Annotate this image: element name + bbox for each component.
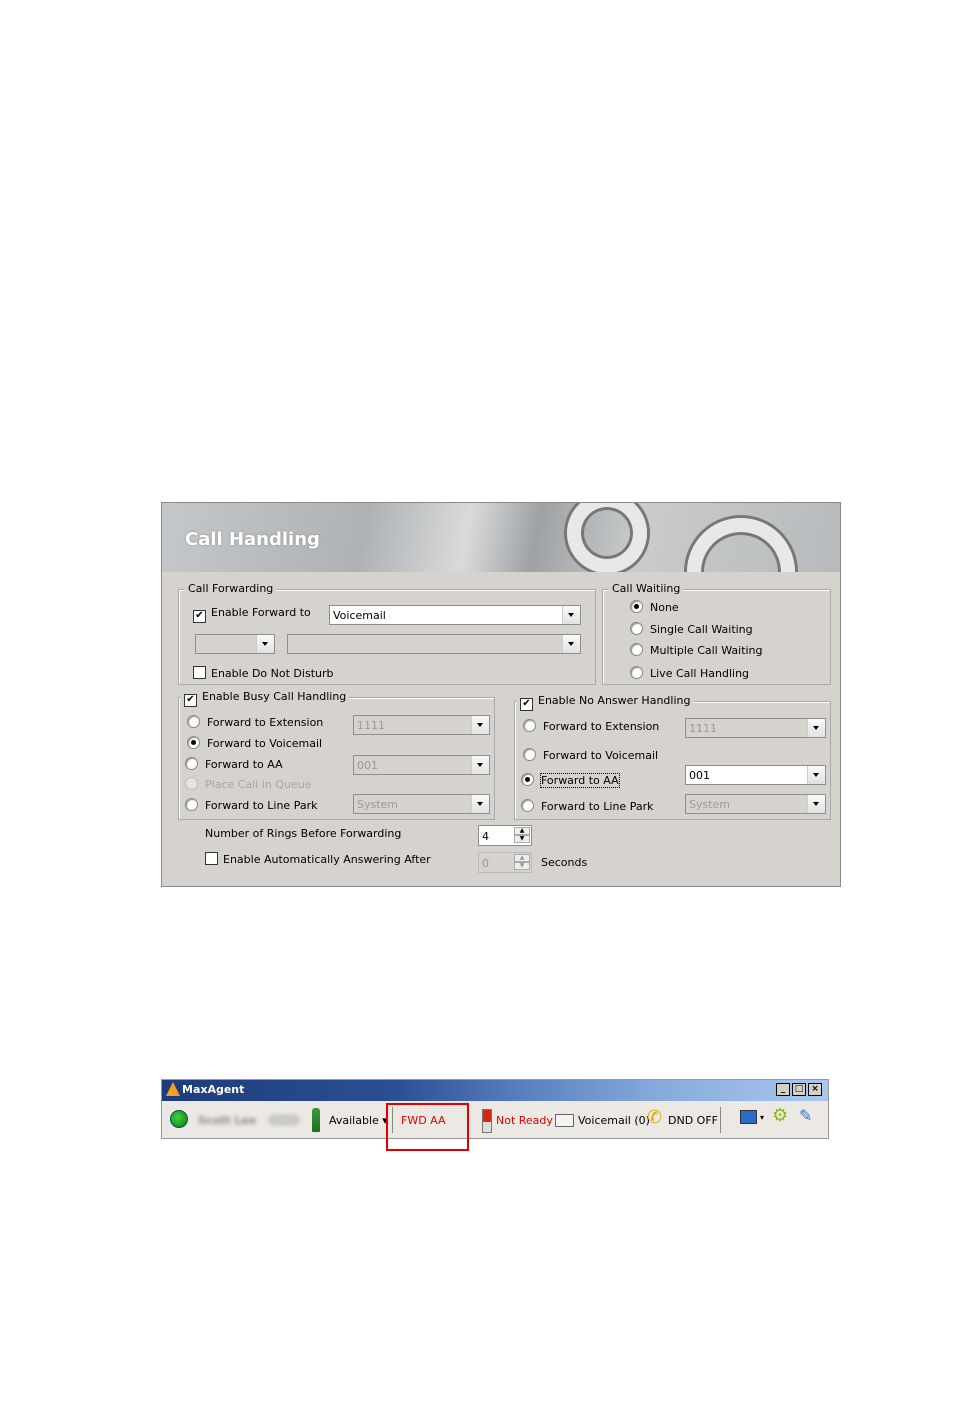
busy-radio-line-park[interactable]: Forward to Line Park: [185, 798, 317, 812]
maximize-button[interactable]: □: [792, 1083, 806, 1096]
radio-live-call-handling[interactable]: Live Call Handling: [630, 666, 749, 680]
busy-radio-aa[interactable]: Forward to AA: [185, 757, 283, 771]
user-name: Scott Lee: [198, 1114, 257, 1127]
enable-forward-checkbox[interactable]: ✔ Enable Forward to: [193, 606, 311, 623]
radio-disabled[interactable]: [185, 777, 198, 790]
call-waiting-group: Call Waitiing None Single Call Waiting M…: [602, 582, 831, 685]
chevron-down-icon[interactable]: [562, 606, 580, 624]
title-bar: MaxAgent _ □ ×: [162, 1080, 828, 1101]
chevron-down-icon[interactable]: [471, 795, 489, 813]
gear-settings-icon[interactable]: ⚙: [772, 1105, 788, 1126]
envelope-icon: [555, 1114, 574, 1127]
radio-single-call-waiting[interactable]: Single Call Waiting: [630, 622, 753, 636]
checkbox-unchecked[interactable]: [193, 666, 206, 679]
close-button[interactable]: ×: [808, 1083, 822, 1096]
tools-icon[interactable]: ✎: [799, 1106, 812, 1125]
checkbox-checked[interactable]: ✔: [184, 694, 197, 707]
not-ready-switch-icon: [482, 1109, 492, 1133]
no-answer-handling-group: ✔ Enable No Answer Handling Forward to Ex…: [514, 694, 831, 820]
radio-selected[interactable]: [521, 773, 534, 786]
auto-answer-checkbox[interactable]: Enable Automatically Answering After: [205, 852, 431, 866]
phone-icon: ✆: [647, 1107, 663, 1128]
app-title: MaxAgent: [182, 1083, 245, 1096]
radio-unselected[interactable]: [185, 798, 198, 811]
agent-toolbar: Scott Lee Available ▾ FWD AA Not Ready V…: [162, 1101, 828, 1138]
ready-status[interactable]: Not Ready: [496, 1114, 553, 1127]
chevron-down-icon[interactable]: [256, 635, 274, 653]
gear-icon: [567, 503, 647, 572]
chevron-down-icon[interactable]: [807, 719, 825, 737]
chevron-down-icon[interactable]: [807, 795, 825, 813]
rings-label: Number of Rings Before Forwarding: [205, 827, 402, 840]
na-radio-aa[interactable]: Forward to AA: [521, 773, 620, 788]
busy-radio-voicemail[interactable]: Forward to Voicemail: [187, 736, 322, 750]
na-radio-extension[interactable]: Forward to Extension: [523, 719, 659, 733]
dnd-status[interactable]: DND OFF: [668, 1114, 718, 1127]
busy-aa-select[interactable]: 001: [353, 755, 490, 775]
spin-up-icon[interactable]: ▲: [514, 827, 530, 835]
radio-unselected[interactable]: [630, 666, 643, 679]
call-forwarding-group: Call Forwarding ✔ Enable Forward to Voice…: [178, 582, 596, 685]
presence-indicator-icon: [170, 1110, 188, 1128]
status-dropdown[interactable]: Available ▾: [329, 1114, 388, 1127]
checkbox-unchecked[interactable]: [205, 852, 218, 865]
user-extension-blurred: [268, 1114, 300, 1126]
gear-icon: [687, 518, 795, 572]
chevron-down-icon[interactable]: [471, 756, 489, 774]
radio-unselected[interactable]: [185, 757, 198, 770]
forward-sub-select-1[interactable]: [195, 634, 275, 654]
spin-up-icon[interactable]: ▲: [514, 854, 530, 862]
na-aa-select[interactable]: 001: [685, 765, 826, 785]
checkbox-checked[interactable]: ✔: [193, 610, 206, 623]
banner: Call Handling: [162, 503, 840, 572]
busy-handling-checkbox[interactable]: ✔ Enable Busy Call Handling: [181, 690, 350, 707]
monitor-icon[interactable]: [740, 1110, 757, 1124]
chevron-down-icon[interactable]: [807, 766, 825, 784]
chevron-down-icon[interactable]: ▾: [760, 1113, 764, 1122]
maxagent-window: MaxAgent _ □ × Scott Lee Available ▾ FWD…: [161, 1079, 829, 1139]
call-handling-dialog: Call Handling Call Forwarding ✔ Enable Fo…: [161, 502, 841, 887]
seconds-label: Seconds: [541, 856, 588, 869]
dialog-title: Call Handling: [185, 529, 320, 550]
na-radio-line-park[interactable]: Forward to Line Park: [521, 799, 653, 813]
app-logo-icon: [166, 1082, 180, 1096]
call-waiting-legend: Call Waitiing: [609, 582, 684, 595]
call-forwarding-legend: Call Forwarding: [185, 582, 277, 595]
dnd-checkbox[interactable]: Enable Do Not Disturb: [193, 666, 333, 680]
radio-unselected[interactable]: [187, 715, 200, 728]
agent-person-icon: [312, 1108, 320, 1132]
busy-radio-extension[interactable]: Forward to Extension: [187, 715, 323, 729]
forward-target-select[interactable]: Voicemail: [329, 605, 581, 625]
radio-none[interactable]: None: [630, 600, 679, 614]
highlight-box: [386, 1103, 469, 1151]
spin-down-icon[interactable]: ▼: [514, 835, 530, 843]
separator: [720, 1107, 721, 1133]
radio-unselected[interactable]: [523, 748, 536, 761]
radio-unselected[interactable]: [521, 799, 534, 812]
na-line-park-select[interactable]: System: [685, 794, 826, 814]
voicemail-button[interactable]: Voicemail (0): [578, 1114, 650, 1127]
radio-unselected[interactable]: [523, 719, 536, 732]
busy-extension-select[interactable]: 1111: [353, 715, 490, 735]
forward-sub-select-2[interactable]: [287, 634, 581, 654]
na-radio-voicemail[interactable]: Forward to Voicemail: [523, 748, 658, 762]
chevron-down-icon[interactable]: [562, 635, 580, 653]
radio-selected[interactable]: [630, 600, 643, 613]
chevron-down-icon[interactable]: [471, 716, 489, 734]
minimize-button[interactable]: _: [776, 1083, 790, 1096]
rings-stepper[interactable]: 4 ▲ ▼: [478, 825, 532, 846]
radio-unselected[interactable]: [630, 622, 643, 635]
spin-down-icon[interactable]: ▼: [514, 862, 530, 870]
checkbox-checked[interactable]: ✔: [520, 698, 533, 711]
radio-multiple-call-waiting[interactable]: Multiple Call Waiting: [630, 643, 763, 657]
busy-line-park-select[interactable]: System: [353, 794, 490, 814]
no-answer-handling-checkbox[interactable]: ✔ Enable No Answer Handling: [517, 694, 694, 711]
busy-radio-queue[interactable]: Place Call in Queue: [185, 777, 311, 791]
radio-unselected[interactable]: [630, 643, 643, 656]
radio-selected[interactable]: [187, 736, 200, 749]
auto-answer-stepper[interactable]: 0 ▲ ▼: [478, 852, 532, 873]
na-extension-select[interactable]: 1111: [685, 718, 826, 738]
busy-handling-group: ✔ Enable Busy Call Handling Forward to Ex…: [178, 690, 495, 820]
